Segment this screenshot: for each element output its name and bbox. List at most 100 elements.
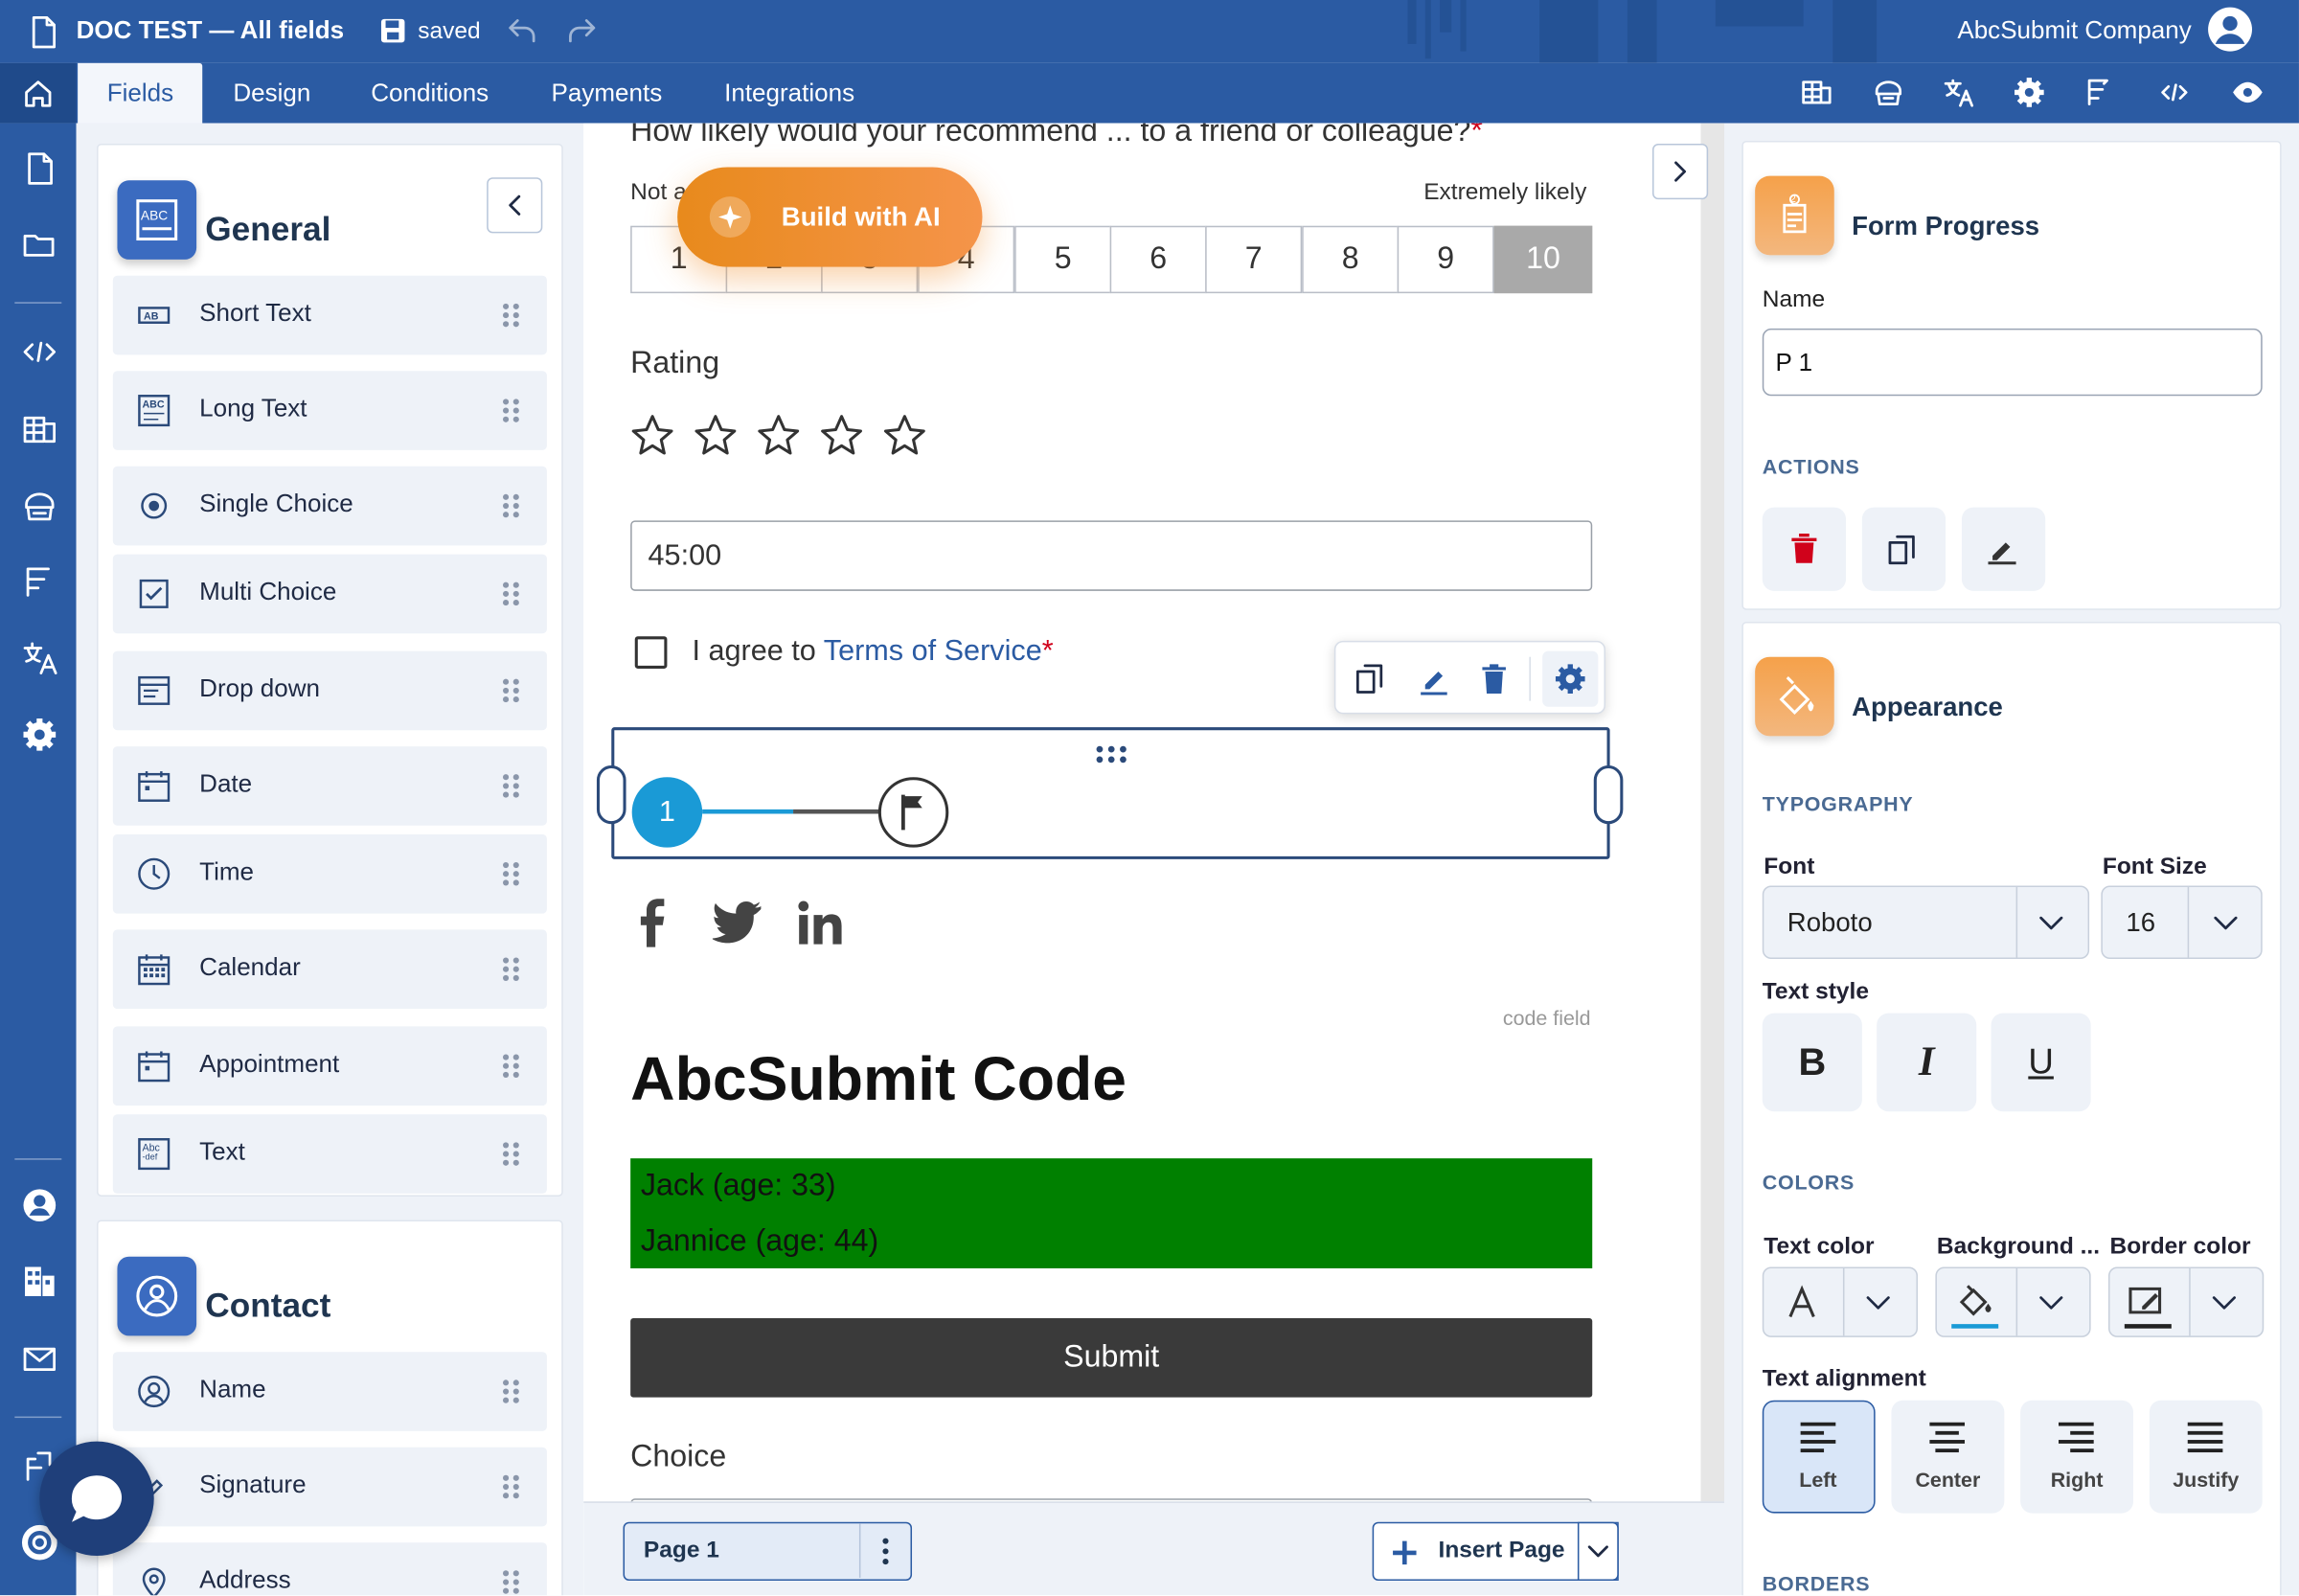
theme-icon[interactable] bbox=[1873, 77, 1905, 109]
nps-option[interactable]: 9 bbox=[1397, 225, 1494, 294]
submit-button[interactable]: Submit bbox=[630, 1318, 1593, 1398]
field-item-short-text[interactable]: AB Short Text bbox=[112, 275, 547, 355]
flow-icon[interactable] bbox=[2083, 77, 2116, 109]
field-item-appointment[interactable]: Appointment bbox=[112, 1026, 547, 1106]
delete-icon[interactable] bbox=[1476, 661, 1512, 696]
drag-handle-icon[interactable] bbox=[502, 399, 520, 423]
progress-element-selected[interactable]: 1 bbox=[596, 727, 1624, 859]
italic-button[interactable]: I bbox=[1877, 1013, 1977, 1112]
folder-icon[interactable] bbox=[20, 226, 58, 264]
drag-handle-icon[interactable] bbox=[502, 493, 520, 519]
field-item-address[interactable]: Address bbox=[112, 1542, 547, 1596]
canvas-scrollbar[interactable] bbox=[1700, 123, 1724, 1502]
time-input[interactable]: 45:00 bbox=[630, 520, 1593, 591]
mail-icon[interactable] bbox=[20, 1340, 58, 1379]
element-settings-icon[interactable] bbox=[1542, 650, 1599, 707]
field-item-single-choice[interactable]: Single Choice bbox=[112, 466, 547, 546]
expand-right-panel-button[interactable] bbox=[1651, 143, 1709, 200]
underline-button[interactable]: U bbox=[1991, 1013, 2091, 1112]
drag-handle-icon[interactable] bbox=[502, 581, 520, 607]
linkedin-icon[interactable] bbox=[798, 901, 845, 945]
align-center-button[interactable]: Center bbox=[1891, 1400, 2005, 1514]
border-color-picker[interactable] bbox=[2108, 1266, 2265, 1337]
page-menu-icon[interactable] bbox=[874, 1537, 897, 1566]
drag-handle-icon[interactable] bbox=[502, 1474, 520, 1500]
font-size-select[interactable]: 16 bbox=[2101, 885, 2263, 960]
terms-link[interactable]: Terms of Service bbox=[824, 635, 1042, 668]
home-icon[interactable] bbox=[0, 62, 77, 124]
user-avatar-icon[interactable] bbox=[2207, 6, 2254, 53]
undo-icon[interactable] bbox=[506, 16, 538, 46]
text-color-picker[interactable] bbox=[1762, 1266, 1919, 1337]
form-title[interactable]: DOC TEST — All fields bbox=[77, 16, 345, 46]
chat-widget-button[interactable] bbox=[39, 1441, 154, 1556]
field-item-calendar[interactable]: Calendar bbox=[112, 929, 547, 1010]
align-justify-button[interactable]: Justify bbox=[2149, 1400, 2263, 1514]
page-tab[interactable]: Page 1 bbox=[623, 1521, 913, 1581]
align-right-button[interactable]: Right bbox=[2020, 1400, 2134, 1514]
resize-handle-right[interactable] bbox=[1593, 764, 1624, 825]
rating-stars[interactable] bbox=[630, 414, 938, 458]
nps-option[interactable]: 5 bbox=[1014, 225, 1112, 294]
field-item-text[interactable]: Abc -def Text bbox=[112, 1114, 547, 1194]
insert-page-dropdown[interactable] bbox=[1577, 1521, 1619, 1581]
collapse-panel-button[interactable] bbox=[487, 177, 543, 234]
tab-conditions[interactable]: Conditions bbox=[342, 63, 518, 124]
tab-payments[interactable]: Payments bbox=[522, 63, 692, 124]
field-item-drop-down[interactable]: Drop down bbox=[112, 650, 547, 731]
drag-move-icon[interactable] bbox=[1095, 745, 1127, 765]
drag-handle-icon[interactable] bbox=[502, 1570, 520, 1595]
language-icon[interactable] bbox=[20, 639, 58, 677]
tab-design[interactable]: Design bbox=[204, 63, 340, 124]
drag-handle-icon[interactable] bbox=[502, 1142, 520, 1167]
embed-code-icon[interactable] bbox=[20, 332, 58, 371]
nps-option[interactable]: 8 bbox=[1302, 225, 1400, 294]
drag-handle-icon[interactable] bbox=[502, 678, 520, 704]
drag-handle-icon[interactable] bbox=[502, 1379, 520, 1404]
duplicate-element-button[interactable] bbox=[1861, 507, 1946, 591]
edit-icon[interactable] bbox=[1417, 661, 1452, 696]
terms-checkbox[interactable] bbox=[634, 636, 668, 669]
name-input[interactable]: P 1 bbox=[1762, 328, 2263, 397]
nps-option[interactable]: 7 bbox=[1205, 225, 1303, 294]
drag-handle-icon[interactable] bbox=[502, 861, 520, 887]
company-name[interactable]: AbcSubmit Company bbox=[1957, 16, 2191, 46]
drag-handle-icon[interactable] bbox=[502, 774, 520, 799]
build-with-ai-button[interactable]: Build with AI bbox=[677, 167, 983, 267]
table-icon[interactable] bbox=[1801, 77, 1833, 109]
duplicate-icon[interactable] bbox=[1354, 661, 1389, 696]
nps-option-selected[interactable]: 10 bbox=[1493, 225, 1593, 294]
workflow-icon[interactable] bbox=[20, 563, 58, 602]
settings-icon[interactable] bbox=[2014, 77, 2046, 109]
field-item-multi-choice[interactable]: Multi Choice bbox=[112, 554, 547, 634]
preview-eye-icon[interactable] bbox=[2230, 77, 2265, 109]
delete-element-button[interactable] bbox=[1762, 507, 1847, 591]
drag-handle-icon[interactable] bbox=[502, 957, 520, 982]
settings-gear-icon[interactable] bbox=[20, 716, 58, 754]
field-item-time[interactable]: Time bbox=[112, 833, 547, 914]
new-document-icon[interactable] bbox=[20, 149, 58, 188]
templates-icon[interactable] bbox=[20, 487, 58, 525]
twitter-icon[interactable] bbox=[712, 901, 763, 945]
facebook-icon[interactable] bbox=[636, 898, 666, 947]
field-item-long-text[interactable]: ABC Long Text bbox=[112, 371, 547, 450]
font-select[interactable]: Roboto bbox=[1762, 885, 2090, 960]
field-item-signature[interactable]: Signature bbox=[112, 1447, 547, 1527]
field-item-name[interactable]: Name bbox=[112, 1352, 547, 1431]
field-item-date[interactable]: Date bbox=[112, 746, 547, 826]
edit-element-button[interactable] bbox=[1961, 507, 2046, 591]
align-left-button[interactable]: Left bbox=[1762, 1400, 1876, 1514]
account-icon[interactable] bbox=[20, 1186, 58, 1224]
resize-handle-left[interactable] bbox=[596, 764, 626, 825]
drag-handle-icon[interactable] bbox=[502, 1054, 520, 1080]
nps-option[interactable]: 6 bbox=[1109, 225, 1207, 294]
translate-icon[interactable] bbox=[1943, 77, 1975, 109]
tab-integrations[interactable]: Integrations bbox=[695, 63, 884, 124]
drag-handle-icon[interactable] bbox=[502, 303, 520, 329]
code-icon[interactable] bbox=[2158, 77, 2191, 109]
bold-button[interactable]: B bbox=[1762, 1013, 1862, 1112]
submissions-table-icon[interactable] bbox=[20, 411, 58, 449]
background-color-picker[interactable] bbox=[1935, 1266, 2091, 1337]
redo-icon[interactable] bbox=[566, 16, 599, 46]
tab-fields[interactable]: Fields bbox=[78, 62, 203, 124]
